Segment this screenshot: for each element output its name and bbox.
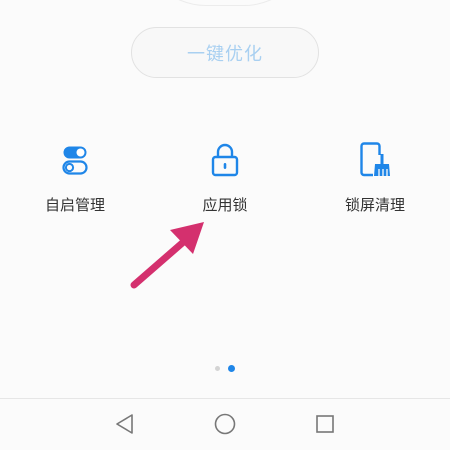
phone-broom-icon <box>358 140 392 180</box>
page-indicator <box>0 365 450 372</box>
one-click-optimize-button[interactable]: 一键优化 <box>131 27 319 78</box>
tool-label: 应用锁 <box>202 196 248 214</box>
tool-lockscreen-cleanup[interactable]: 锁屏清理 <box>315 140 435 220</box>
tool-autostart-management[interactable]: 自启管理 <box>15 140 135 220</box>
optimize-button-label: 一键优化 <box>187 43 263 65</box>
lock-icon <box>208 140 242 180</box>
system-navigation-bar <box>0 398 450 450</box>
tool-label: 自启管理 <box>44 196 105 214</box>
recents-square-icon <box>316 415 334 433</box>
back-triangle-icon <box>116 414 133 434</box>
page-dot[interactable] <box>215 366 220 371</box>
tool-app-lock[interactable]: 应用锁 <box>165 140 285 220</box>
home-button[interactable] <box>212 411 238 437</box>
recents-button[interactable] <box>312 411 338 437</box>
status-gauge-arc <box>140 0 310 6</box>
toggle-switch-icon <box>58 140 92 180</box>
tool-label: 锁屏清理 <box>344 196 405 214</box>
home-circle-icon <box>214 413 236 435</box>
back-button[interactable] <box>112 411 138 437</box>
page-dot-active[interactable] <box>228 365 235 372</box>
